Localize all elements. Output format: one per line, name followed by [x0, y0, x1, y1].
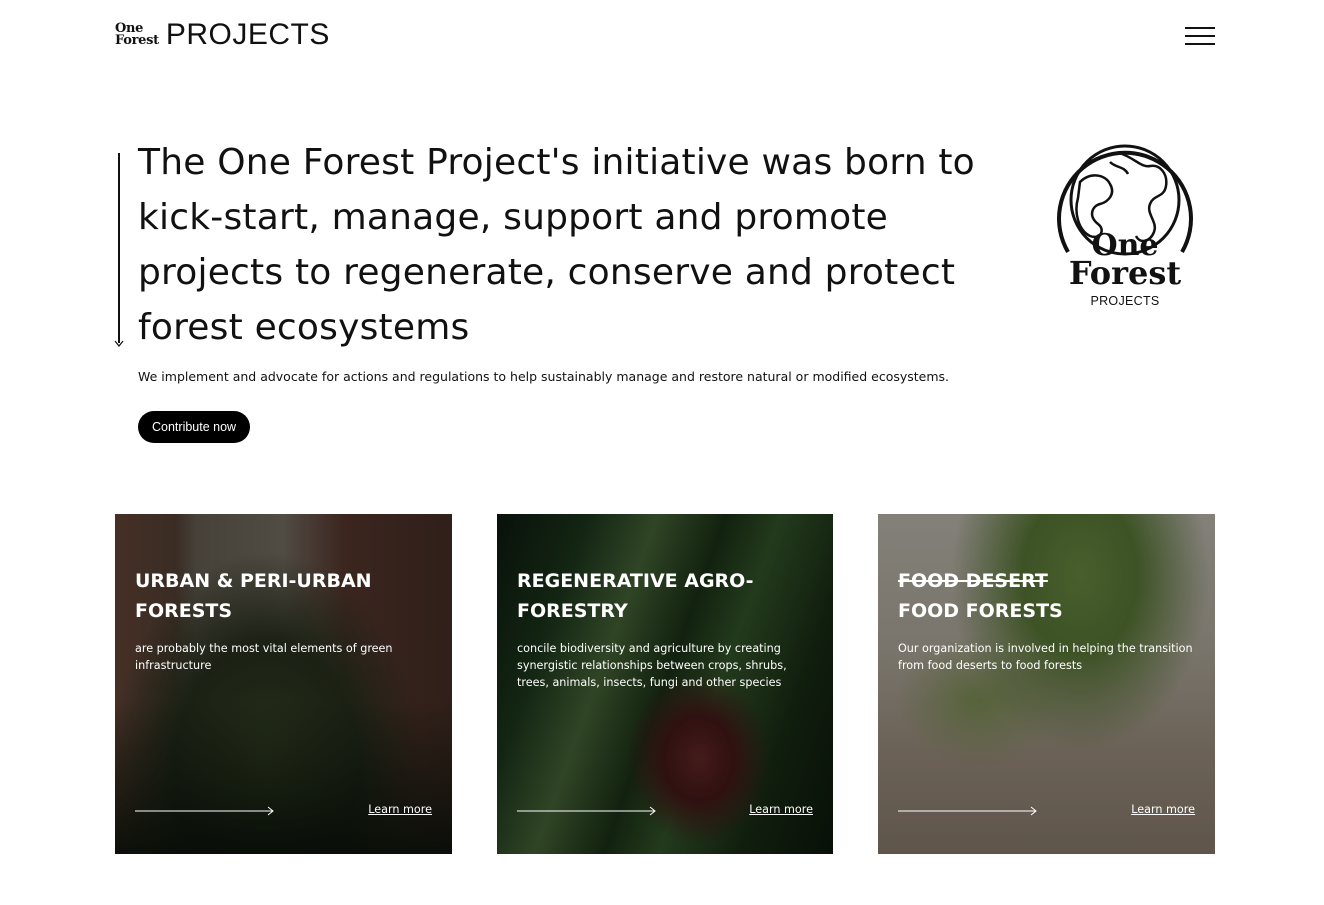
logo-line-projects: PROJECTS	[1090, 294, 1160, 308]
scroll-indicator-line	[118, 153, 120, 343]
card-title-main: FOOD FORESTS	[898, 600, 1063, 622]
card-title: REGENERATIVE AGRO-FORESTRY	[517, 570, 754, 622]
one-forest-projects-logo: One Forest PROJECTS	[1050, 132, 1200, 312]
learn-more-link[interactable]: Learn more	[1131, 803, 1195, 816]
arrow-right-icon	[135, 806, 274, 816]
card-text: concile biodiversity and agriculture by …	[517, 642, 787, 689]
hamburger-menu-icon[interactable]	[1185, 27, 1215, 47]
card-food-forests[interactable]: FOOD DESERT FOOD FORESTS Our organizatio…	[878, 514, 1215, 854]
card-title: URBAN & PERI-URBAN FORESTS	[135, 570, 372, 622]
hero-subtitle: We implement and advocate for actions an…	[138, 369, 950, 384]
card-text: Our organization is involved in helping …	[898, 642, 1193, 672]
hero-title: The One Forest Project's initiative was …	[138, 142, 975, 348]
learn-more-link[interactable]: Learn more	[749, 803, 813, 816]
card-title-struck: FOOD DESERT	[898, 570, 1048, 592]
logo-mark-line2: Forest	[115, 33, 159, 48]
arrow-right-icon	[898, 806, 1037, 816]
site-logo[interactable]: One Forest PROJECTS	[115, 20, 330, 50]
card-urban-forests[interactable]: URBAN & PERI-URBAN FORESTS are probably …	[115, 514, 452, 854]
card-text: are probably the most vital elements of …	[135, 642, 393, 672]
logo-line-forest: Forest	[1068, 254, 1182, 292]
card-title: FOOD DESERT FOOD FORESTS	[898, 566, 1198, 626]
arrow-right-icon	[517, 806, 656, 816]
logo-mark: One Forest	[115, 22, 159, 48]
card-agroforestry[interactable]: REGENERATIVE AGRO-FORESTRY concile biodi…	[497, 514, 833, 854]
contribute-now-button[interactable]: Contribute now	[138, 411, 251, 443]
logo-text: PROJECTS	[165, 18, 330, 51]
arrow-down-icon	[114, 340, 124, 347]
learn-more-link[interactable]: Learn more	[368, 803, 432, 816]
page: One Forest PROJECTS The One Forest Proje…	[0, 0, 1324, 905]
